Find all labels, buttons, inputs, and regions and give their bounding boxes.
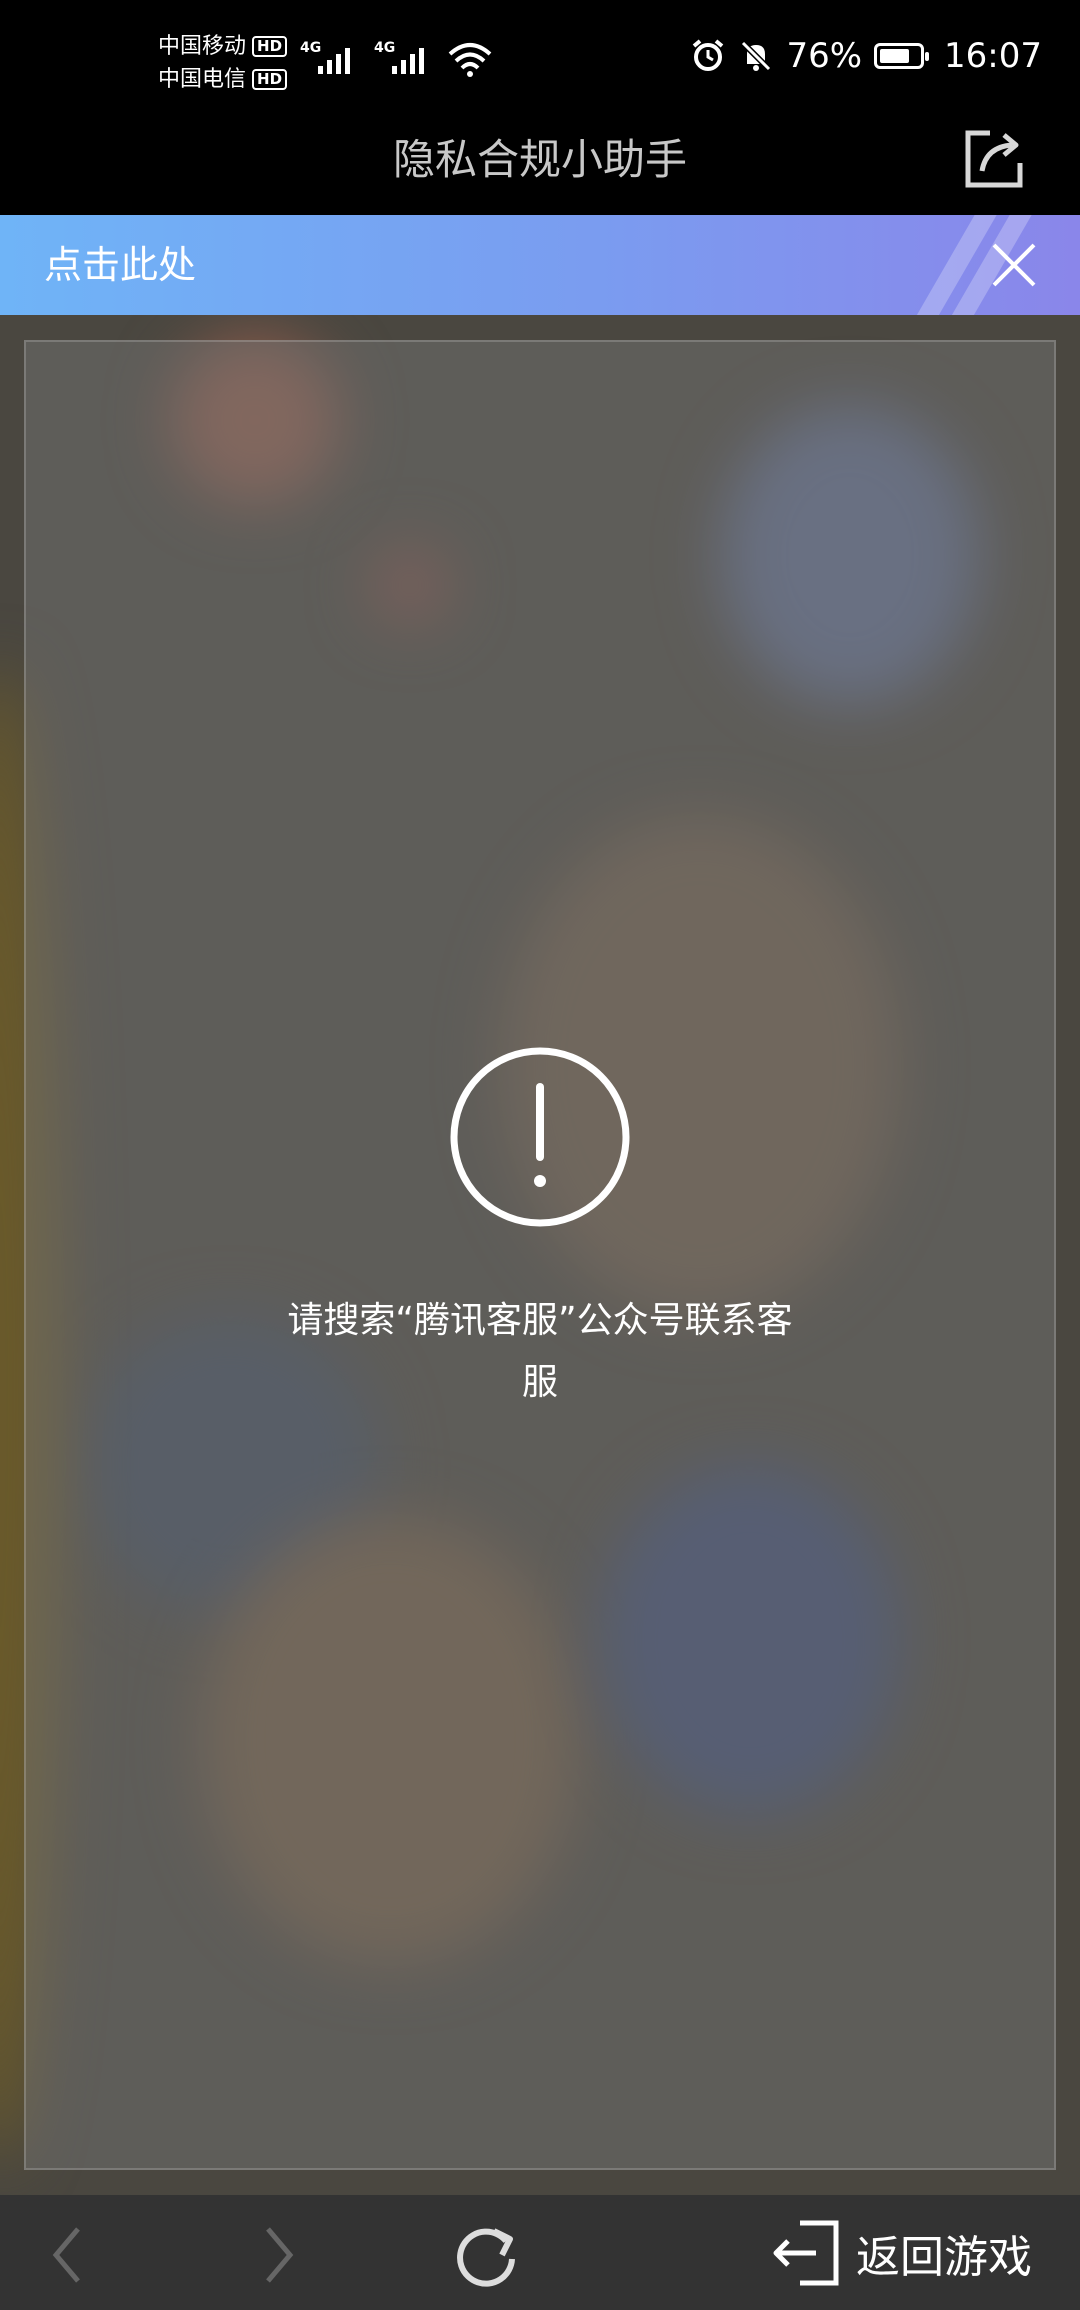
carrier-1-label: 中国移动 [158,34,247,59]
chevron-right-icon[interactable] [238,2215,318,2295]
hd-badge: HD [252,36,288,57]
exit-icon [773,2220,839,2285]
exclamation-circle-icon [450,1047,630,1227]
chevron-left-icon[interactable] [28,2215,108,2295]
refresh-icon[interactable] [446,2215,526,2295]
error-message: 请搜索“腾讯客服”公众号联系客服 [287,1300,793,1403]
close-icon[interactable] [986,237,1042,293]
return-to-game-button[interactable]: 返回游戏 [770,2195,1032,2310]
bottom-navigation: 返回游戏 [0,2195,1080,2310]
page-title: 隐私合规小助手 [392,135,687,184]
title-bar: 隐私合规小助手 [0,125,1080,215]
signal-strength-icon: 4G [300,38,360,78]
signal-strength-icon: 4G [374,38,434,78]
return-to-game-label[interactable]: 返回游戏 [856,2221,1032,2285]
notice-banner[interactable]: 点击此处 [0,215,1080,315]
clock: 16:07 [944,36,1042,76]
alarm-icon [693,39,724,71]
wifi-icon [448,43,492,77]
mute-icon [741,40,772,72]
share-icon[interactable] [962,125,1028,191]
status-bar: 中国移动 HD 中国电信 HD 4G 4G 76% 16:07 [0,0,1080,125]
battery-percent: 76% [786,36,863,76]
battery-level-fill [880,49,910,63]
battery-icon [874,43,930,69]
content-area: 请搜索“腾讯客服”公众号联系客服 [0,315,1080,2195]
error-panel [24,340,1056,2170]
carrier-info: 中国移动 HD 中国电信 HD [158,30,288,96]
carrier-2-label: 中国电信 [158,67,247,92]
hd-badge: HD [252,69,288,90]
signal-indicators: 4G 4G [300,38,492,78]
banner-text[interactable]: 点击此处 [44,215,196,315]
